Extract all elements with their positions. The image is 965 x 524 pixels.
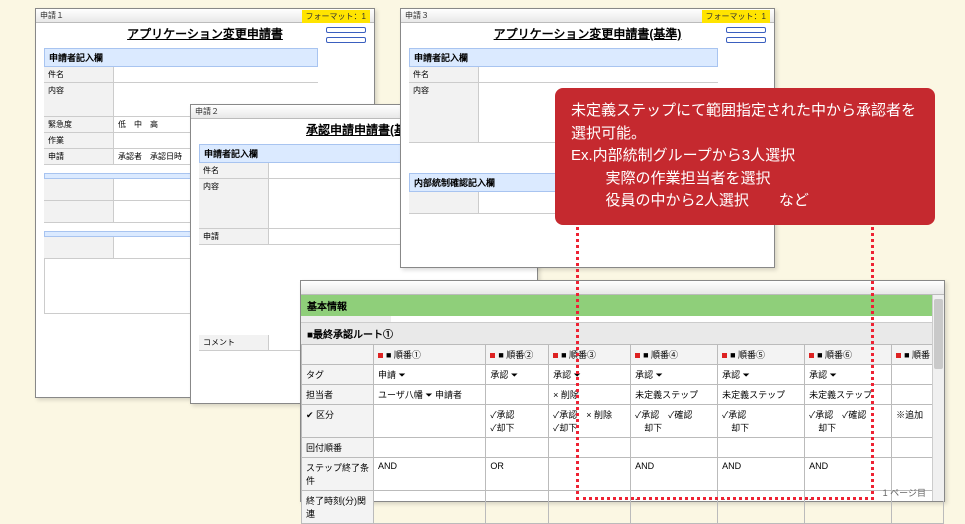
table-cell[interactable]: 未定義ステップ — [805, 385, 892, 405]
table-row: ✔ 区分✓承認 ✓却下✓承認 × 削除 ✓却下✓承認 ✓確認 却下✓承認 却下✓… — [302, 405, 944, 438]
table-cell[interactable] — [374, 491, 486, 524]
table-row: タグ申請 ⏷承認 ⏷承認 ⏷承認 ⏷承認 ⏷承認 ⏷ — [302, 365, 944, 385]
table-cell[interactable]: 承認 ⏷ — [718, 365, 805, 385]
table-cell[interactable] — [549, 438, 631, 458]
window-header: 申請３ フォーマット：1 — [401, 9, 774, 23]
table-cell[interactable]: 承認 ⏷ — [549, 365, 631, 385]
table-cell[interactable] — [805, 438, 892, 458]
table-cell[interactable]: ✓承認 ✓却下 — [486, 405, 549, 438]
callout-tooltip: 未定義ステップにて範囲指定された中から承認者を選択可能。 Ex.内部統制グループ… — [555, 88, 935, 225]
table-cell[interactable]: 承認 ⏷ — [486, 365, 549, 385]
table-cell[interactable]: ✓承認 ✓確認 却下 — [631, 405, 718, 438]
table-cell[interactable] — [718, 438, 805, 458]
window-header — [301, 281, 944, 295]
submit-button[interactable] — [326, 37, 366, 43]
table-cell[interactable]: ✓承認 却下 — [718, 405, 805, 438]
table-cell[interactable]: - — [718, 491, 805, 524]
table-cell[interactable] — [486, 438, 549, 458]
table-header-row: ■ 順番① ■ 順番② ■ 順番③ ■ 順番④ ■ 順番⑤ ■ 順番⑥ ■ 順番 — [302, 345, 944, 365]
close-button[interactable] — [326, 27, 366, 33]
row-header: ✔ 区分 — [302, 405, 374, 438]
red-dot-icon — [635, 353, 640, 358]
page-indicator: 1 ページ目 — [883, 486, 926, 499]
window-header: 申請１ フォーマット：1 — [36, 9, 374, 23]
scrollbar[interactable] — [932, 295, 944, 501]
table-cell[interactable] — [549, 458, 631, 491]
callout-line: 未定義ステップにて範囲指定された中から承認者を選択可能。 — [571, 100, 919, 145]
format-value — [391, 316, 944, 322]
red-dot-icon — [553, 353, 558, 358]
row-header: 担当者 — [302, 385, 374, 405]
format-tag: フォーマット：1 — [702, 10, 770, 23]
table-cell[interactable]: ユーザ八幡 ⏷ 申請者 — [374, 385, 486, 405]
table-cell[interactable]: - — [631, 491, 718, 524]
table-cell[interactable]: 申請 ⏷ — [374, 365, 486, 385]
table-cell[interactable]: AND — [374, 458, 486, 491]
row-header: 回付順番 — [302, 438, 374, 458]
close-button[interactable] — [726, 27, 766, 33]
table-cell[interactable]: AND — [631, 458, 718, 491]
table-cell[interactable] — [374, 438, 486, 458]
callout-line: 役員の中から2人選択 など — [571, 190, 919, 213]
red-dot-icon — [490, 353, 495, 358]
window-header-text: 申請２ — [195, 107, 219, 116]
window-header-text: 申請１ — [40, 11, 64, 20]
row-header: タグ — [302, 365, 374, 385]
table-cell[interactable]: 未定義ステップ — [631, 385, 718, 405]
table-cell[interactable] — [549, 491, 631, 524]
table-cell[interactable] — [631, 438, 718, 458]
form-title: アプリケーション変更申請書(基準) — [401, 23, 774, 44]
row-header: ステップ終了条件 — [302, 458, 374, 491]
row: 件名 — [44, 67, 318, 83]
approval-route-table: ■ 順番① ■ 順番② ■ 順番③ ■ 順番④ ■ 順番⑤ ■ 順番⑥ ■ 順番… — [301, 344, 944, 524]
row: 件名 — [409, 67, 718, 83]
table-cell[interactable] — [486, 385, 549, 405]
callout-line: Ex.内部統制グループから3人選択 — [571, 145, 919, 168]
table-cell[interactable] — [374, 405, 486, 438]
table-cell[interactable]: AND — [805, 458, 892, 491]
table-row: 担当者ユーザ八幡 ⏷ 申請者× 削除未定義ステップ未定義ステップ未定義ステップ — [302, 385, 944, 405]
table-cell[interactable]: ✓承認 × 削除 ✓却下 — [549, 405, 631, 438]
basic-info-bar: 基本情報 — [301, 295, 944, 316]
table-cell[interactable]: × 削除 — [549, 385, 631, 405]
scrollbar-thumb[interactable] — [934, 299, 943, 369]
back-button[interactable] — [726, 37, 766, 43]
table-row: ステップ終了条件ANDORANDANDAND — [302, 458, 944, 491]
table-cell[interactable]: OR — [486, 458, 549, 491]
table-cell[interactable]: 承認 ⏷ — [805, 365, 892, 385]
format-label — [301, 316, 391, 322]
route-window: 基本情報 ■最終承認ルート① ■ 順番① ■ 順番② ■ 順番③ ■ 順番④ ■… — [300, 280, 945, 502]
format-tag: フォーマット：1 — [302, 10, 370, 23]
red-dot-icon — [378, 353, 383, 358]
row-header: 終了時刻(分)関連 — [302, 491, 374, 524]
table-cell[interactable]: 未定義ステップ — [718, 385, 805, 405]
route-title-bar: ■最終承認ルート① — [301, 323, 944, 344]
table-row: 終了時刻(分)関連--- — [302, 491, 944, 524]
section-applicant: 申請者記入欄 — [44, 48, 318, 67]
red-dot-icon — [809, 353, 814, 358]
table-cell[interactable]: 承認 ⏷ — [631, 365, 718, 385]
table-cell[interactable]: ✓承認 ✓確認 却下 — [805, 405, 892, 438]
window-header-text: 申請３ — [405, 11, 429, 20]
red-dot-icon — [722, 353, 727, 358]
section-applicant: 申請者記入欄 — [409, 48, 718, 67]
table-cell[interactable] — [486, 491, 549, 524]
table-row: 回付順番 — [302, 438, 944, 458]
table-cell[interactable]: - — [805, 491, 892, 524]
red-dot-icon — [896, 353, 901, 358]
table-cell[interactable]: AND — [718, 458, 805, 491]
callout-line: 実際の作業担当者を選択 — [571, 168, 919, 191]
